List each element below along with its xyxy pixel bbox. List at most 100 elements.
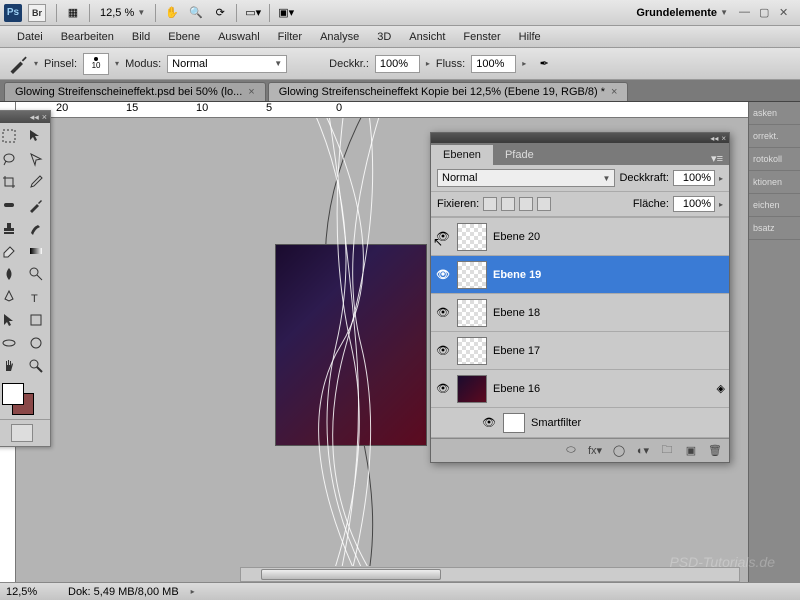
panel-drag-header[interactable]: ◂◂× [431, 133, 729, 143]
quick-mask-toggle[interactable] [0, 419, 50, 446]
menu-ebene[interactable]: Ebene [159, 31, 209, 43]
type-tool-icon[interactable]: T [23, 286, 49, 308]
menu-filter[interactable]: Filter [269, 31, 311, 43]
menu-auswahl[interactable]: Auswahl [209, 31, 269, 43]
layer-thumbnail[interactable] [457, 261, 487, 289]
gradient-tool-icon[interactable] [23, 240, 49, 262]
flow-input[interactable] [471, 55, 516, 73]
menu-bearbeiten[interactable]: Bearbeiten [52, 31, 123, 43]
hand-tool-icon[interactable] [0, 355, 22, 377]
layer-name[interactable]: Ebene 17 [493, 345, 725, 357]
fill-input[interactable] [673, 196, 715, 212]
move-tool-icon[interactable] [23, 125, 49, 147]
brush-tool-icon[interactable] [23, 194, 49, 216]
status-zoom[interactable]: 12,5% [6, 586, 56, 598]
layer-row-selected[interactable]: Ebene 19 [431, 256, 729, 294]
menu-hilfe[interactable]: Hilfe [510, 31, 550, 43]
opacity-flyout-icon[interactable]: ▸ [426, 59, 430, 68]
flow-flyout-icon[interactable]: ▸ [522, 59, 526, 68]
filter-mask-thumbnail[interactable] [503, 413, 525, 433]
layer-name[interactable]: Ebene 18 [493, 307, 725, 319]
lock-transparency-icon[interactable] [483, 197, 497, 211]
menu-3d[interactable]: 3D [368, 31, 400, 43]
menu-ansicht[interactable]: Ansicht [400, 31, 454, 43]
healing-tool-icon[interactable] [0, 194, 22, 216]
lasso-tool-icon[interactable] [0, 148, 22, 170]
dock-character[interactable]: eichen [749, 194, 800, 217]
close-icon[interactable]: ✕ [779, 6, 793, 20]
smartfilter-row[interactable]: Smartfilter [431, 408, 729, 438]
brush-preview[interactable]: 10 [83, 53, 109, 75]
layer-fx-icon[interactable]: fx▾ [587, 444, 603, 458]
eyedropper-tool-icon[interactable] [23, 171, 49, 193]
lock-position-icon[interactable] [519, 197, 533, 211]
layer-row[interactable]: Ebene 18 [431, 294, 729, 332]
dock-masks[interactable]: asken [749, 102, 800, 125]
blur-tool-icon[interactable] [0, 263, 22, 285]
dock-paragraph[interactable]: bsatz [749, 217, 800, 240]
marquee-tool-icon[interactable] [0, 125, 22, 147]
visibility-toggle-icon[interactable] [435, 305, 451, 321]
close-icon[interactable]: × [721, 134, 726, 143]
visibility-toggle-icon[interactable] [435, 267, 451, 283]
launch-button[interactable]: ▦ [62, 3, 84, 23]
new-group-icon[interactable]: 🗀 [659, 444, 675, 458]
dock-actions[interactable]: ktionen [749, 171, 800, 194]
minimize-icon[interactable]: — [739, 6, 753, 20]
collapse-icon[interactable]: ◂◂ [30, 112, 39, 123]
3d-rotate-tool-icon[interactable] [0, 332, 22, 354]
hand-tool-icon[interactable]: ✋ [161, 3, 183, 23]
add-mask-icon[interactable]: ◯ [611, 444, 627, 458]
tab-pfade[interactable]: Pfade [493, 145, 546, 165]
flyout-icon[interactable]: ▸ [719, 174, 723, 183]
layer-row[interactable]: Ebene 17 [431, 332, 729, 370]
collapse-icon[interactable]: ◂◂ [710, 134, 718, 143]
rotate-view-icon[interactable]: ⟳ [209, 3, 231, 23]
layer-list[interactable]: ↖ Ebene 20 Ebene 19 Ebene 18 Ebene 17 [431, 217, 729, 438]
layer-name[interactable]: Ebene 19 [493, 269, 725, 281]
flyout-icon[interactable]: ▸ [719, 200, 723, 209]
pen-tool-icon[interactable] [0, 286, 22, 308]
zoom-tool-icon[interactable] [23, 355, 49, 377]
layer-name[interactable]: Ebene 20 [493, 231, 725, 243]
new-layer-icon[interactable]: ▣ [683, 444, 699, 458]
workspace-switcher[interactable]: Grundelemente ▼ [636, 7, 728, 19]
crop-tool-icon[interactable] [0, 171, 22, 193]
layer-thumbnail[interactable] [457, 337, 487, 365]
delete-layer-icon[interactable]: 🗑 [707, 444, 723, 458]
arrange-docs-icon[interactable]: ▭▾ [242, 3, 264, 23]
layer-thumbnail[interactable] [457, 375, 487, 403]
document-tab[interactable]: Glowing Streifenscheineffekt.psd bei 50%… [4, 82, 266, 101]
visibility-toggle-icon[interactable] [435, 343, 451, 359]
menu-analyse[interactable]: Analyse [311, 31, 368, 43]
horizontal-ruler[interactable]: 20151050 [16, 102, 800, 118]
stamp-tool-icon[interactable] [0, 217, 22, 239]
lock-pixels-icon[interactable] [501, 197, 515, 211]
color-swatches[interactable] [0, 379, 50, 419]
photoshop-icon[interactable]: Ps [4, 4, 22, 22]
bridge-icon[interactable]: Br [28, 4, 46, 22]
menu-datei[interactable]: Datei [8, 31, 52, 43]
document-canvas[interactable] [276, 245, 426, 445]
airbrush-icon[interactable]: ✒ [533, 54, 555, 74]
dock-adjustments[interactable]: orrekt. [749, 125, 800, 148]
maximize-icon[interactable]: ▢ [759, 6, 773, 20]
layer-opacity-input[interactable] [673, 170, 715, 186]
menu-bild[interactable]: Bild [123, 31, 159, 43]
panel-menu-icon[interactable]: ▾≡ [705, 152, 729, 165]
layer-blend-mode-dropdown[interactable]: Normal▼ [437, 169, 615, 187]
tab-ebenen[interactable]: Ebenen [431, 145, 493, 165]
lock-all-icon[interactable] [537, 197, 551, 211]
eraser-tool-icon[interactable] [0, 240, 22, 262]
close-icon[interactable]: × [248, 86, 254, 98]
blend-mode-dropdown[interactable]: Normal▼ [167, 55, 287, 73]
quick-select-tool-icon[interactable] [23, 148, 49, 170]
brush-tool-icon[interactable] [8, 54, 28, 74]
toolbox-header[interactable]: ◂◂× [0, 111, 50, 123]
document-tab-active[interactable]: Glowing Streifenscheineffekt Kopie bei 1… [268, 82, 629, 101]
history-brush-tool-icon[interactable] [23, 217, 49, 239]
layer-thumbnail[interactable] [457, 223, 487, 251]
layer-row[interactable]: Ebene 16 ◈ [431, 370, 729, 408]
layer-name[interactable]: Ebene 16 [493, 383, 711, 395]
foreground-color-swatch[interactable] [2, 383, 24, 405]
